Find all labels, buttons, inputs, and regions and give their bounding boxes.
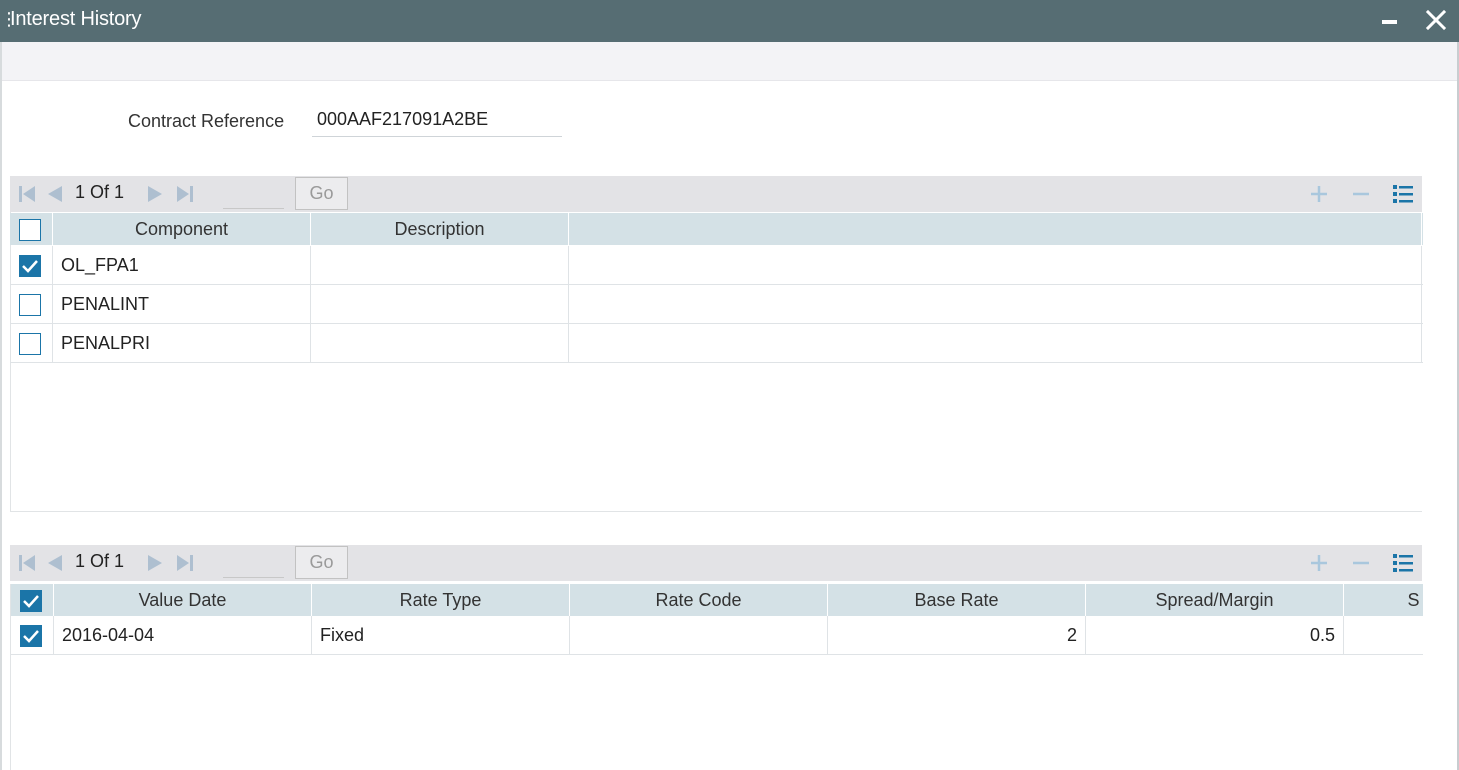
cell-spread-margin: 0.5 [1086, 616, 1344, 654]
row-select-cell [10, 324, 53, 362]
components-grid-header: Component Description [10, 213, 1423, 245]
last-page-icon[interactable] [176, 185, 194, 203]
select-all-cell [10, 213, 53, 245]
column-header-spread-margin[interactable]: Spread/Margin [1086, 584, 1344, 616]
window-titlebar: ⋮ Interest History [0, 0, 1459, 42]
column-header-rate-type[interactable]: Rate Type [312, 584, 570, 616]
cell-component: OL_FPA1 [53, 246, 311, 284]
table-row[interactable]: 2016-04-04 Fixed 2 0.5 [11, 616, 1423, 655]
rates-grid-navbar: 1 Of 1 Go [10, 545, 1422, 581]
rates-grid: Value Date Rate Type Rate Code Base Rate… [10, 584, 1423, 770]
column-header-value-date[interactable]: Value Date [54, 584, 312, 616]
table-row[interactable]: PENALINT [10, 285, 1423, 324]
delete-row-icon[interactable] [1349, 551, 1373, 575]
row-checkbox[interactable] [19, 333, 41, 355]
list-view-icon[interactable] [1391, 182, 1415, 206]
cell-rate-code [570, 616, 828, 654]
row-checkbox[interactable] [20, 625, 42, 647]
go-button[interactable]: Go [295, 546, 348, 579]
page-number-input[interactable] [223, 551, 284, 578]
components-grid-navbar: 1 Of 1 Go [10, 176, 1422, 212]
select-all-checkbox[interactable] [19, 219, 41, 241]
table-row[interactable]: OL_FPA1 [10, 246, 1423, 285]
minimize-icon[interactable] [1382, 20, 1397, 24]
components-grid: Component Description OL_FPA1 PENALINT P… [10, 213, 1423, 363]
go-button[interactable]: Go [295, 177, 348, 210]
next-page-icon[interactable] [146, 185, 164, 203]
column-header-base-rate[interactable]: Base Rate [828, 584, 1086, 616]
select-all-cell [11, 584, 54, 616]
column-header-component[interactable]: Component [53, 213, 311, 245]
previous-page-icon[interactable] [46, 185, 64, 203]
add-row-icon[interactable] [1307, 551, 1331, 575]
cell-description [311, 246, 569, 284]
close-icon[interactable] [1424, 8, 1448, 32]
next-page-icon[interactable] [146, 554, 164, 572]
row-select-cell [10, 285, 53, 323]
window-toolbar-strip [2, 42, 1457, 81]
cell-component: PENALPRI [53, 324, 311, 362]
cell-description [311, 324, 569, 362]
cell-rate-type: Fixed [312, 616, 570, 654]
last-page-icon[interactable] [176, 554, 194, 572]
first-page-icon[interactable] [18, 185, 36, 203]
contract-reference-field[interactable]: 000AAF217091A2BE [312, 108, 562, 137]
rates-grid-header: Value Date Rate Type Rate Code Base Rate… [11, 584, 1423, 616]
column-header-truncated[interactable]: S [1344, 584, 1423, 616]
cell-filler [569, 246, 1422, 284]
contract-reference-label: Contract Reference [128, 111, 285, 131]
window-title: Interest History [10, 8, 142, 30]
add-row-icon[interactable] [1307, 182, 1331, 206]
window-left-border [0, 42, 2, 770]
cell-description [311, 285, 569, 323]
cell-filler [569, 324, 1422, 362]
cell-value-date: 2016-04-04 [54, 616, 312, 654]
column-header-description[interactable]: Description [311, 213, 569, 245]
row-checkbox[interactable] [19, 255, 41, 277]
cell-base-rate: 2 [828, 616, 1086, 654]
page-indicator: 1 Of 1 [75, 551, 125, 571]
table-row[interactable]: PENALPRI [10, 324, 1423, 363]
row-checkbox[interactable] [19, 294, 41, 316]
cell-filler [569, 285, 1422, 323]
previous-page-icon[interactable] [46, 554, 64, 572]
select-all-checkbox[interactable] [20, 590, 42, 612]
delete-row-icon[interactable] [1349, 182, 1373, 206]
column-header-filler [569, 213, 1422, 245]
list-view-icon[interactable] [1391, 551, 1415, 575]
cell-truncated [1344, 616, 1423, 654]
page-indicator: 1 Of 1 [75, 182, 125, 202]
cell-component: PENALINT [53, 285, 311, 323]
row-select-cell [11, 616, 54, 654]
first-page-icon[interactable] [18, 554, 36, 572]
row-select-cell [10, 246, 53, 284]
page-number-input[interactable] [223, 182, 284, 209]
column-header-rate-code[interactable]: Rate Code [570, 584, 828, 616]
